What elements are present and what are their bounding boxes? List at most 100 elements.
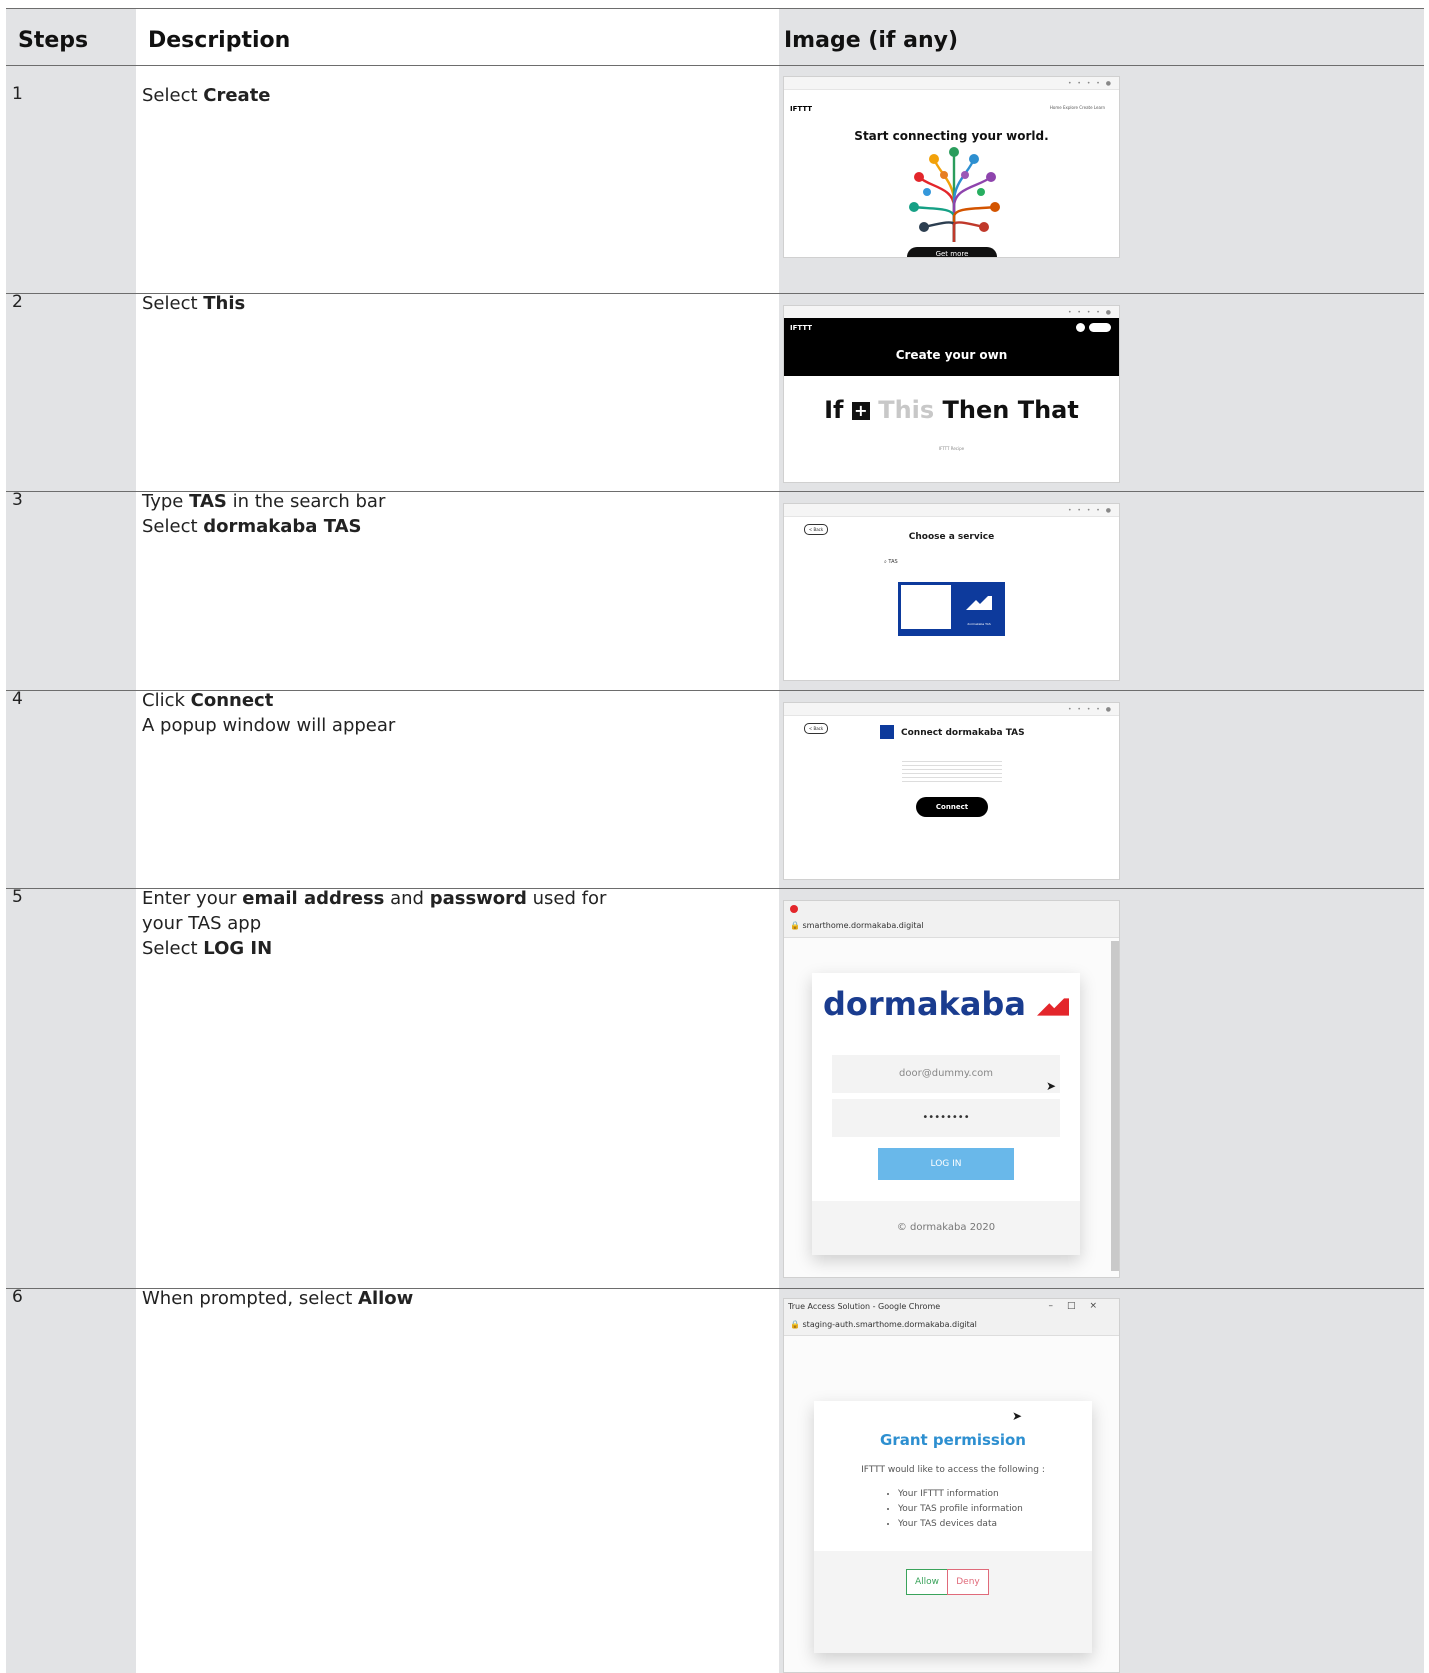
black-header: IFTTT Create your own <box>784 318 1119 376</box>
description-header: Description <box>148 28 291 53</box>
description-line: Enter your email address and password us… <box>142 886 606 911</box>
screenshot-step-3: • • • • ● < Back Choose a service ⌕ TAS … <box>783 503 1120 681</box>
browser-bar: • • • • ● <box>784 77 1119 90</box>
steps-column <box>6 8 136 1673</box>
step-description: Select Create <box>142 83 271 108</box>
connect-title: Connect dormakaba TAS <box>901 728 1025 738</box>
permission-item: Your TAS profile information <box>898 1502 1023 1517</box>
step-number: 5 <box>12 887 23 907</box>
service-icon <box>880 725 894 739</box>
headline: Start connecting your world. <box>854 129 1049 143</box>
step-number: 2 <box>12 292 23 312</box>
get-more-button[interactable]: Get more <box>907 247 997 257</box>
bold-term: password <box>429 888 527 909</box>
permission-card: Grant permission IFTTT would like to acc… <box>814 1401 1092 1653</box>
tile-blank <box>901 585 951 629</box>
password-field[interactable]: •••••••• <box>832 1099 1060 1137</box>
search-icon: ⌕ <box>884 559 887 565</box>
search-input[interactable]: TAS <box>888 559 897 565</box>
browser-bar: • • • • ● <box>784 504 1119 517</box>
screenshot-step-6: True Access Solution - Google Chrome –□×… <box>783 1298 1120 1673</box>
description-line: Select This <box>142 291 245 316</box>
this-button[interactable]: This <box>878 396 934 424</box>
popup-chrome: True Access Solution - Google Chrome –□×… <box>784 1299 1119 1336</box>
permission-item: Your TAS devices data <box>898 1517 1023 1532</box>
description-line: your TAS app <box>142 911 606 936</box>
description-text: When prompted, select <box>142 1288 359 1309</box>
step-number: 4 <box>12 689 23 709</box>
bold-term: Allow <box>358 1288 414 1309</box>
screenshot-step-4: • • • • ● < Back Connect dormakaba TAS C… <box>783 702 1120 880</box>
table-top-border <box>6 8 1424 9</box>
description-text: Select <box>142 516 204 537</box>
description-text: Enter your <box>142 888 243 909</box>
step-description: When prompted, select Allow <box>142 1286 413 1311</box>
description-line: Select Create <box>142 83 271 108</box>
steps-table <box>6 8 1424 1673</box>
then-that-text: Then That <box>942 396 1079 424</box>
permission-list: Your IFTTT informationYour TAS profile i… <box>886 1487 1023 1532</box>
description-text: Type <box>142 491 190 512</box>
avatar[interactable] <box>1076 323 1085 332</box>
back-button[interactable]: < Back <box>804 723 828 734</box>
profile-button[interactable] <box>1089 323 1111 332</box>
cursor-icon: ➤ <box>1046 1079 1057 1093</box>
allow-button[interactable]: Allow <box>906 1569 948 1595</box>
description-line: Click Connect <box>142 688 395 713</box>
cursor-icon: ➤ <box>1012 1409 1023 1423</box>
bold-term: dormakaba TAS <box>203 516 362 537</box>
login-button[interactable]: LOG IN <box>878 1148 1014 1180</box>
header-divider <box>6 65 1424 66</box>
step-number: 1 <box>12 84 23 104</box>
tas-tile[interactable]: dormakaba TAS <box>898 582 1005 636</box>
connect-button[interactable]: Connect <box>916 797 988 817</box>
description-line: Select LOG IN <box>142 936 606 961</box>
permission-item: Your IFTTT information <box>898 1487 1023 1502</box>
description-line: When prompted, select Allow <box>142 1286 413 1311</box>
image-header: Image (if any) <box>784 28 959 53</box>
card-footer: Allow Deny <box>814 1551 1092 1653</box>
description-line: A popup window will appear <box>142 713 395 738</box>
step-description: Click Connect A popup window will appear <box>142 688 395 738</box>
description-text: in the search bar <box>226 491 386 512</box>
footer-note: IFTTT Recipe <box>938 446 965 451</box>
popup-url: 🔒 staging-auth.smarthome.dormakaba.digit… <box>790 1320 977 1329</box>
description-line: Select dormakaba TAS <box>142 514 385 539</box>
description-line: Type TAS in the search bar <box>142 489 385 514</box>
bold-term: Create <box>203 85 271 106</box>
screenshot-step-5: 🔒 smarthome.dormakaba.digital dormakaba … <box>783 900 1120 1278</box>
if-word: If <box>824 396 844 424</box>
ifttt-logo: IFTTT <box>790 324 813 332</box>
description-text: and <box>384 888 430 909</box>
search-bar[interactable]: ⌕ TAS <box>884 559 898 565</box>
screenshot-step-2: • • • • ● IFTTT Create your own If + Thi… <box>783 305 1120 483</box>
browser-bar: • • • • ● <box>784 703 1119 716</box>
description-text: Click <box>142 690 191 711</box>
description-column <box>136 8 779 1673</box>
grant-permission-title: Grant permission <box>880 1431 1026 1449</box>
top-nav: Home Explore Create Learn <box>1049 105 1105 110</box>
dormakaba-brand: dormakaba <box>812 985 1080 1023</box>
if-this-then-that: If + This Then That <box>784 396 1119 424</box>
bold-term: LOG IN <box>203 938 273 959</box>
step-description: Type TAS in the search bar Select dormaka… <box>142 489 385 539</box>
description-text: Select <box>142 293 204 314</box>
description-text: Select <box>142 938 204 959</box>
description-text <box>902 761 1002 785</box>
bold-term: TAS <box>189 491 227 512</box>
window-controls[interactable]: –□× <box>1048 1301 1111 1311</box>
step-description: Enter your email address and password us… <box>142 886 606 961</box>
steps-header: Steps <box>18 28 89 53</box>
tile-label: dormakaba TAS <box>967 622 991 626</box>
dormakaba-logo-icon <box>966 596 992 610</box>
scrollbar[interactable] <box>1111 941 1119 1271</box>
choose-service-title: Choose a service <box>908 532 995 542</box>
step-description: Select This <box>142 291 245 316</box>
step-number: 3 <box>12 490 23 510</box>
chrome-icon <box>790 905 798 913</box>
login-footer: © dormakaba 2020 <box>812 1201 1080 1255</box>
deny-button[interactable]: Deny <box>947 1569 989 1595</box>
email-field[interactable]: door@dummy.com <box>832 1055 1060 1093</box>
create-your-own-banner: Create your own <box>895 348 1008 362</box>
plus-icon[interactable]: + <box>851 402 870 420</box>
